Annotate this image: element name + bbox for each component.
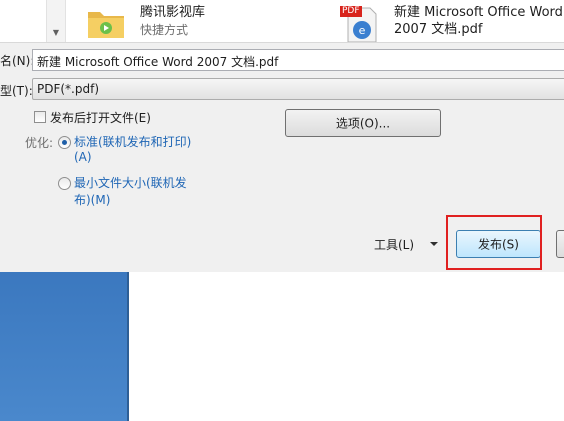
minimum-size-option-label-line2[interactable]: 布)(M): [74, 191, 110, 208]
publish-pdf-dialog: ▼ 腾讯影视库 快捷方式 e PDF 新建 Microsoft Office W…: [0, 0, 564, 272]
filename-input[interactable]: 新建 Microsoft Office Word 2007 文档.pdf: [32, 49, 564, 71]
dropdown-arrow-icon[interactable]: [430, 242, 438, 246]
pdf-badge: PDF: [340, 6, 362, 17]
file-item-tencent-video[interactable]: 腾讯影视库 快捷方式: [84, 0, 314, 42]
options-button[interactable]: 选项(O)...: [285, 109, 441, 137]
document-page-area: [129, 272, 564, 421]
standard-option-label-line2[interactable]: (A): [74, 150, 92, 164]
file-list-scrollbar[interactable]: ▼: [46, 0, 66, 42]
cancel-button-partial[interactable]: [556, 230, 564, 258]
radio-selected-dot: [62, 140, 67, 145]
optimize-label: 优化:: [25, 136, 54, 150]
open-after-publish-label[interactable]: 发布后打开文件(E): [50, 109, 151, 126]
svg-text:e: e: [359, 24, 366, 37]
scroll-down-icon[interactable]: ▼: [47, 28, 65, 38]
filename-value: 新建 Microsoft Office Word 2007 文档.pdf: [37, 55, 279, 69]
standard-option-label[interactable]: 标准(联机发布和打印): [74, 133, 191, 150]
minimum-size-radio[interactable]: [58, 177, 71, 190]
file-type-value: PDF(*.pdf): [37, 82, 100, 96]
options-button-label: 选项(O)...: [335, 116, 391, 131]
publish-button-label: 发布(S): [478, 237, 519, 252]
publish-button[interactable]: 发布(S): [456, 230, 541, 258]
file-subtitle: 快捷方式: [140, 23, 189, 37]
open-after-publish-checkbox[interactable]: [34, 111, 46, 123]
type-label: 型(T):: [0, 84, 33, 98]
filename-label: 名(N):: [0, 54, 35, 68]
file-name-line2: 2007 文档.pdf: [394, 22, 483, 37]
folder-icon: [88, 12, 124, 38]
desktop-background: [0, 272, 127, 421]
file-name: 腾讯影视库: [140, 5, 206, 20]
standard-radio[interactable]: [58, 136, 71, 149]
minimum-size-option-label[interactable]: 最小文件大小(联机发: [74, 174, 187, 191]
file-type-select[interactable]: PDF(*.pdf): [32, 78, 564, 100]
file-list[interactable]: ▼ 腾讯影视库 快捷方式 e PDF 新建 Microsoft Office W…: [0, 0, 564, 43]
file-item-pdf[interactable]: e PDF 新建 Microsoft Office Word 2007 文档.p…: [340, 0, 564, 42]
tools-menu-label[interactable]: 工具(L): [374, 236, 414, 253]
